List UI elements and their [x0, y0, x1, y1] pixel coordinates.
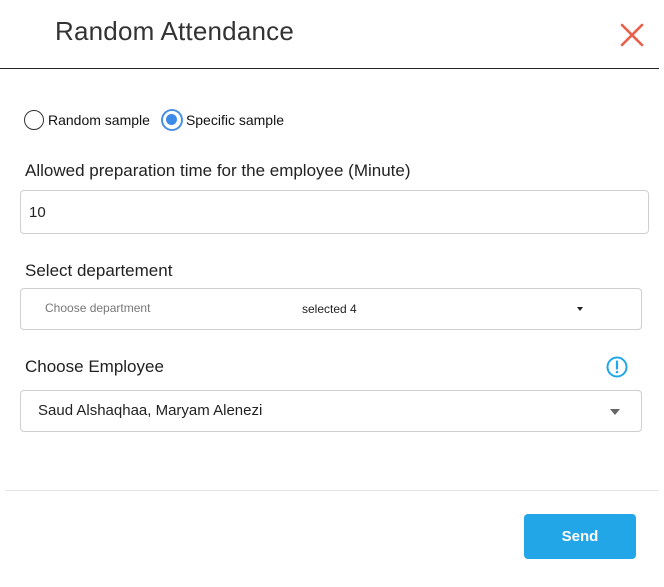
close-icon	[620, 23, 644, 47]
dialog-title: Random Attendance	[55, 16, 295, 46]
department-placeholder: Choose department	[45, 301, 151, 315]
chevron-down-icon	[577, 307, 583, 311]
radio-random-sample[interactable]: Random sample	[24, 110, 150, 130]
random-attendance-dialog: Random Attendance Random sample Specific…	[0, 0, 664, 587]
chevron-down-icon	[610, 409, 620, 415]
employee-selected-value: Saud Alshaqhaa, Maryam Alenezi	[38, 402, 263, 419]
prep-time-input[interactable]	[20, 190, 649, 234]
send-button[interactable]: Send	[524, 514, 636, 559]
info-icon[interactable]	[606, 356, 628, 378]
sample-type-radio-group: Random sample Specific sample	[24, 108, 296, 132]
radio-specific-sample[interactable]: Specific sample	[161, 110, 284, 130]
radio-specific-sample-circle[interactable]	[161, 110, 182, 130]
radio-random-sample-label: Random sample	[48, 112, 150, 128]
department-select[interactable]: Choose department selected 4	[20, 288, 642, 330]
employee-label: Choose Employee	[25, 357, 164, 376]
footer-divider	[5, 490, 659, 491]
dialog-header: Random Attendance	[0, 0, 659, 69]
prep-time-label: Allowed preparation time for the employe…	[25, 161, 411, 180]
radio-random-sample-circle[interactable]	[24, 110, 44, 130]
radio-specific-sample-label: Specific sample	[185, 112, 284, 128]
employee-select[interactable]: Saud Alshaqhaa, Maryam Alenezi	[20, 390, 642, 432]
department-label: Select departement	[25, 261, 173, 280]
department-selected-count: selected 4	[302, 302, 357, 316]
close-button[interactable]	[618, 20, 648, 50]
